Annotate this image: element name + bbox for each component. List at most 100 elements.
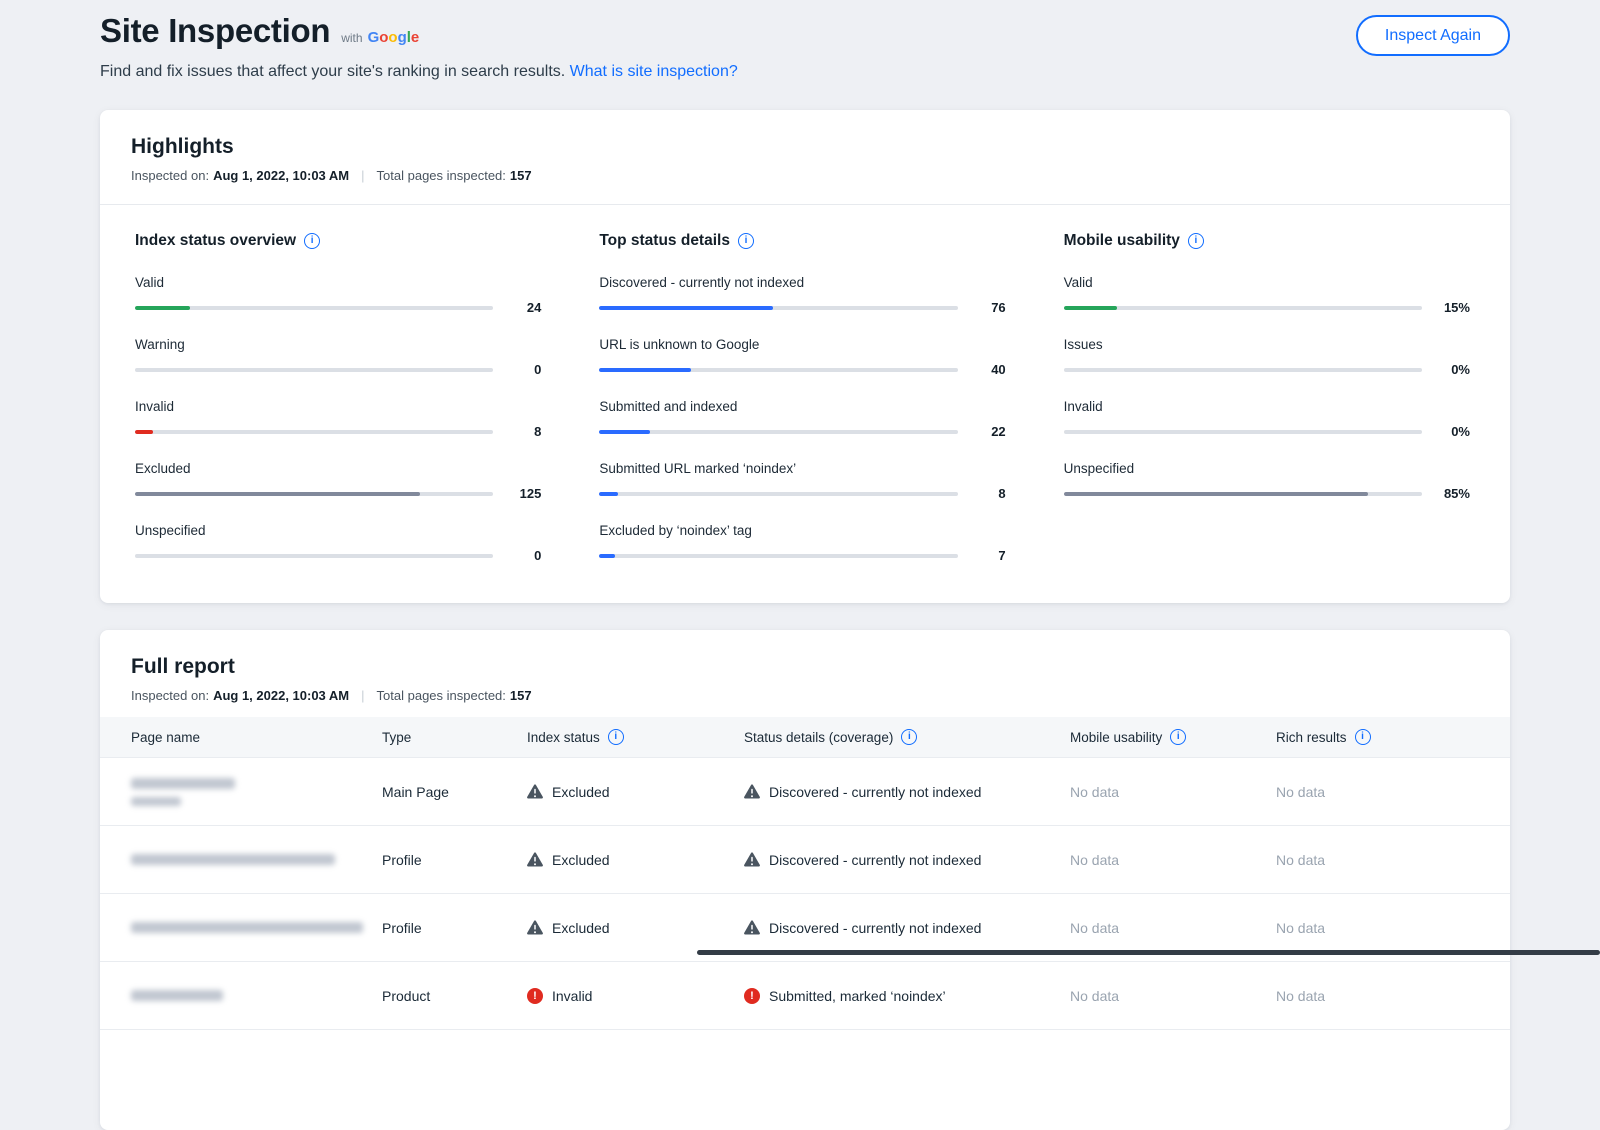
bar-track [135, 492, 493, 496]
rich-results-cell: No data [1276, 988, 1479, 1004]
full-report-meta: Inspected on:Aug 1, 2022, 10:03 AM|Total… [131, 688, 1479, 703]
full-report-card-head: Full report Inspected on:Aug 1, 2022, 10… [100, 630, 1510, 717]
column-header-label: Index status [527, 730, 600, 745]
type-cell: Main Page [382, 784, 527, 800]
error-icon: ! [744, 988, 760, 1004]
info-icon[interactable]: i [901, 729, 917, 745]
warning-icon [527, 852, 543, 867]
bar-fill [135, 430, 153, 434]
stat-label: Valid [1064, 275, 1470, 290]
inspected-on-label: Inspected on: [131, 688, 209, 703]
stat-row-unspecified: Unspecified 85% [1064, 461, 1470, 501]
stat-value: 0% [1422, 424, 1470, 439]
column-header-index-status: Index status i [527, 729, 744, 745]
stat-row-excluded: Excluded125 [135, 461, 541, 501]
full-report-card: Full report Inspected on:Aug 1, 2022, 10… [100, 630, 1510, 1130]
stat-bar-line: 8 [135, 424, 541, 439]
bar-track [1064, 492, 1422, 496]
total-pages-label: Total pages inspected: [377, 688, 506, 703]
status-label: Excluded [552, 920, 610, 936]
warning-icon [527, 920, 543, 935]
panel-title: Index status overview [135, 232, 296, 250]
warning-icon [744, 852, 760, 867]
bar-fill [599, 306, 772, 310]
status-label: Invalid [552, 988, 592, 1004]
type-cell: Product [382, 988, 527, 1004]
stat-value: 22 [958, 424, 1006, 439]
bar-track [599, 554, 957, 558]
stat-row-unspecified: Unspecified0 [135, 523, 541, 563]
stat-row-submitted-url-marked-noindex: Submitted URL marked ‘noindex’8 [599, 461, 1005, 501]
status-label: Excluded [552, 852, 610, 868]
stat-row-discovered-currently-not-indexed: Discovered - currently not indexed76 [599, 275, 1005, 315]
stat-bar-line: 22 [599, 424, 1005, 439]
google-letter: e [411, 29, 419, 46]
total-pages-value: 157 [510, 168, 532, 183]
google-letter: g [398, 29, 407, 46]
page-name-cell [131, 854, 382, 865]
bar-track [135, 368, 493, 372]
redacted-page-name [131, 778, 235, 789]
meta-separator: | [361, 688, 364, 703]
full-report-title: Full report [131, 655, 1479, 679]
with-label: with [341, 31, 362, 45]
stat-label: Unspecified [1064, 461, 1470, 476]
warning-icon [527, 784, 543, 799]
bar-track [1064, 368, 1422, 372]
highlights-card: Highlights Inspected on:Aug 1, 2022, 10:… [100, 110, 1510, 603]
info-icon[interactable]: i [1355, 729, 1371, 745]
highlights-card-head: Highlights Inspected on:Aug 1, 2022, 10:… [100, 110, 1510, 205]
stat-label: Discovered - currently not indexed [599, 275, 1005, 290]
table-row[interactable]: ProfileExcludedDiscovered - currently no… [100, 826, 1510, 894]
site-inspection-page: Site Inspection with Google Find and fix… [0, 0, 1600, 1130]
redacted-page-name [131, 990, 223, 1001]
bar-fill [135, 492, 420, 496]
stat-label: Submitted and indexed [599, 399, 1005, 414]
stat-label: Issues [1064, 337, 1470, 352]
panel-index-status-overview: Index status overview i Valid24 Warning 0 Inv… [135, 232, 541, 563]
bar-track [135, 306, 493, 310]
status-details-cell: Discovered - currently not indexed [744, 852, 1070, 868]
rich-results-cell: No data [1276, 852, 1479, 868]
table-row[interactable]: Product!Invalid!Submitted, marked ‘noind… [100, 962, 1510, 1030]
column-header-label: Status details (coverage) [744, 730, 893, 745]
inspect-again-button[interactable]: Inspect Again [1356, 15, 1510, 56]
index-status-cell: Excluded [527, 852, 744, 868]
column-header-label: Page name [131, 730, 200, 745]
subtitle-text: Find and fix issues that affect your sit… [100, 63, 565, 80]
stat-value: 85% [1422, 486, 1470, 501]
bar-fill [599, 554, 615, 558]
table-row[interactable]: Main PageExcludedDiscovered - currently … [100, 758, 1510, 826]
page-title: Site Inspection [100, 12, 330, 50]
bar-track [599, 368, 957, 372]
column-header-rich-results: Rich resultsi [1276, 729, 1479, 745]
info-icon[interactable]: i [1170, 729, 1186, 745]
warning-icon [744, 784, 760, 799]
stat-value: 15% [1422, 300, 1470, 315]
stat-value: 125 [493, 486, 541, 501]
highlights-panels: Index status overviewiValid24Warning0Inv… [100, 205, 1510, 603]
what-is-site-inspection-link[interactable]: What is site inspection? [570, 63, 738, 80]
page-name-cell [131, 922, 382, 933]
panel-title-row: Top status detailsi [599, 232, 1005, 250]
type-cell: Profile [382, 920, 527, 936]
stat-bar-line: 0% [1064, 362, 1470, 377]
status-label: Submitted, marked ‘noindex’ [769, 988, 946, 1004]
bar-track [1064, 306, 1422, 310]
stat-row-valid: Valid24 [135, 275, 541, 315]
info-icon[interactable]: i [608, 729, 624, 745]
stat-row-invalid: Invalid8 [135, 399, 541, 439]
info-icon[interactable]: i [1188, 233, 1204, 249]
info-icon[interactable]: i [304, 233, 320, 249]
bottom-scrollbar-thumb[interactable] [697, 950, 1600, 955]
bar-track [599, 492, 957, 496]
status-label: Discovered - currently not indexed [769, 920, 981, 936]
redacted-page-name [131, 922, 363, 933]
stat-bar-line: 0 [135, 362, 541, 377]
stat-bar-line: 125 [135, 486, 541, 501]
column-header-page-name: Page name [131, 730, 382, 745]
info-icon[interactable]: i [738, 233, 754, 249]
stat-bar-line: 24 [135, 300, 541, 315]
report-table-body: Main Page Excluded Discovered - currently … [100, 758, 1510, 1030]
stat-label: Warning [135, 337, 541, 352]
